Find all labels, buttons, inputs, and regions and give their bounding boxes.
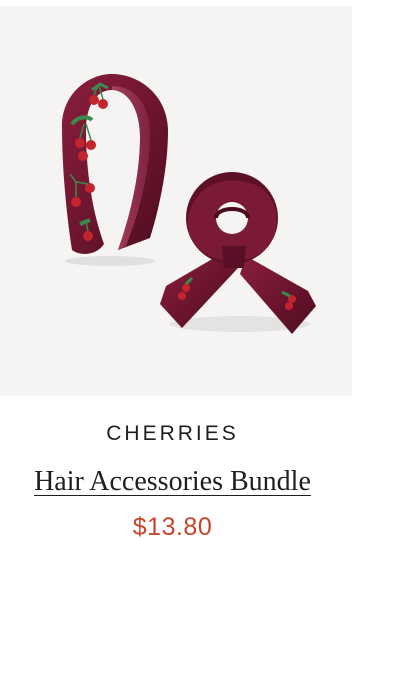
bow-scrunchie: [160, 172, 316, 334]
product-price: $13.80: [132, 513, 213, 541]
collection-label: CHERRIES: [106, 422, 239, 445]
headband: [62, 74, 168, 266]
hair-accessories-illustration: [62, 74, 316, 334]
product-image[interactable]: [0, 6, 352, 396]
product-card[interactable]: CHERRIES Hair Accessories Bundle $13.80: [0, 0, 400, 678]
product-title: Hair Accessories Bundle: [0, 466, 345, 498]
product-title-link[interactable]: Hair Accessories Bundle: [34, 466, 311, 497]
